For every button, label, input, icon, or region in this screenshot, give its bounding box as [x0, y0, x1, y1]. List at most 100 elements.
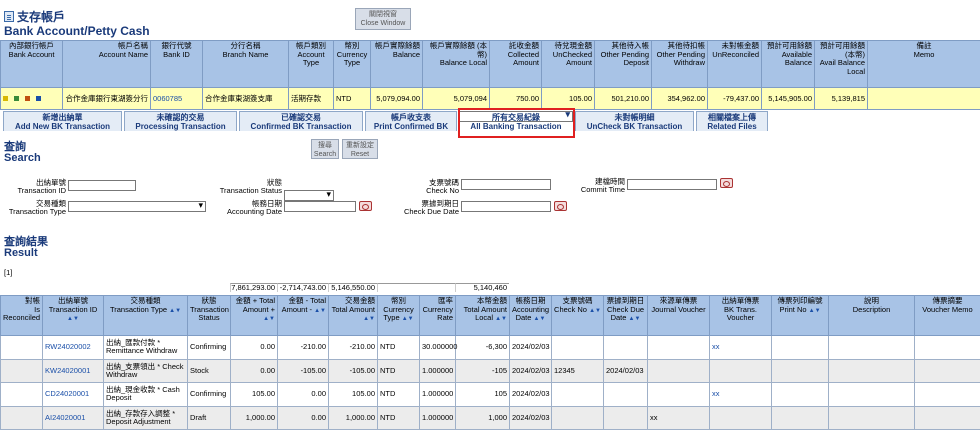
col-total-amount-local[interactable]: 本幣金額 Total Amount Local ▲▼	[455, 295, 510, 336]
currency-type: NTD	[333, 87, 371, 110]
result-title-en: Result	[4, 247, 38, 259]
col-avail-balance-local: 預計可用餘額 (本幣) Avail Balance Local	[814, 40, 868, 88]
sort-icon[interactable]: ▲▼	[589, 308, 601, 314]
commit-time-calendar-icon[interactable]	[720, 178, 733, 188]
col-unreconciled: 未對帳金額 UnReconciled	[707, 40, 762, 88]
col-bank-id: 銀行代號 Bank ID	[150, 40, 203, 88]
transaction-status-label: 狀態 Transaction Status	[219, 178, 282, 195]
totals-row: 7,861,293.00 -2,714,743.00 5,146,550.00 …	[230, 283, 509, 292]
check-due-date-label: 票據到期日 Check Due Date	[403, 199, 459, 216]
transaction-id-link[interactable]: CD24020001	[42, 382, 104, 407]
tab-confirmed-bk-transaction[interactable]: 已確認交易 Confirmed BK Transaction	[239, 111, 363, 131]
sort-icon[interactable]: ▲▼	[402, 316, 414, 322]
accounting-date-cell: 2024/02/03	[509, 335, 552, 360]
bk-voucher-link[interactable]	[709, 405, 772, 430]
journal-voucher-cell	[647, 335, 710, 360]
amount-cell: 1,000.00	[328, 405, 378, 430]
print-no-cell	[771, 382, 829, 407]
bk-voucher-link[interactable]: xx	[709, 382, 772, 407]
journal-voucher-cell: xx	[647, 405, 710, 430]
col-amount-plus[interactable]: 金額 + Total Amount + ▲▼	[230, 295, 278, 336]
detail-icon[interactable]	[14, 96, 19, 101]
close-window-button[interactable]: 關閉視窗 Close Window	[355, 8, 411, 30]
col-currency-type: 幣別 Currency Type	[333, 40, 371, 88]
reset-button[interactable]: 重新設定 Reset	[342, 139, 378, 159]
search-button[interactable]: 搜尋 Search	[311, 139, 339, 159]
col-amount-minus[interactable]: 金額 - Total Amount - ▲▼	[277, 295, 329, 336]
col-is-reconciled[interactable]: 對帳 Is Reconciled	[0, 295, 43, 336]
info-icon[interactable]	[36, 96, 41, 101]
col-branch-name: 分行名稱 Branch Name	[202, 40, 289, 88]
local-amount-cell: 1,000	[455, 405, 510, 430]
tab-print-confirmed-bk[interactable]: 帳戶收支表 Print Confirmed BK	[365, 111, 457, 131]
transaction-type-cell: 出納_支票領出 * Check Withdraw	[103, 358, 188, 383]
check-due-date-input[interactable]	[461, 201, 551, 212]
tab-add-new-bk-transaction[interactable]: 新增出納單 Add New BK Transaction	[3, 111, 122, 131]
col-transaction-status[interactable]: 狀態 Transaction Status	[187, 295, 231, 336]
bk-voucher-link[interactable]	[709, 358, 772, 383]
amount-cell: -105.00	[328, 358, 378, 383]
sort-icon[interactable]: ▲▼	[534, 316, 546, 322]
bank-id-link[interactable]: 0060785	[150, 87, 203, 110]
status-cell: Confirming	[187, 335, 231, 360]
commit-time-input[interactable]	[627, 179, 717, 190]
collected-amount: 750.00	[489, 87, 542, 110]
bk-voucher-link[interactable]: xx	[709, 335, 772, 360]
transaction-status-select[interactable]	[284, 189, 334, 201]
col-account-name: 帳戶名稱 Account Name	[62, 40, 151, 88]
transaction-id-link[interactable]: KW24020001	[42, 358, 104, 383]
sort-icon[interactable]: ▲▼	[363, 316, 375, 322]
sort-icon[interactable]: ▲▼	[169, 308, 181, 314]
total-amount-plus: 7,861,293.00	[230, 283, 277, 292]
transaction-type-select[interactable]	[68, 200, 206, 212]
other-pending-deposit: 501,210.00	[594, 87, 652, 110]
edit-icon[interactable]	[3, 96, 8, 101]
description-cell	[828, 405, 915, 430]
sort-icon[interactable]: ▲▼	[314, 308, 326, 314]
check-no-input[interactable]	[461, 179, 551, 190]
col-check-no[interactable]: 支票號碼 Check No ▲▼	[551, 295, 604, 336]
col-voucher-memo: 傳票摘要 Voucher Memo	[914, 295, 980, 336]
col-transaction-type[interactable]: 交易種類 Transaction Type ▲▼	[103, 295, 188, 336]
col-memo: 備註 Memo	[867, 40, 980, 88]
sort-icon[interactable]: ▲▼	[67, 316, 79, 322]
sort-icon[interactable]: ▲▼	[629, 316, 641, 322]
memo	[867, 87, 980, 110]
col-check-due-date[interactable]: 票據到期日 Check Due Date ▲▼	[603, 295, 648, 336]
transaction-id-link[interactable]: RW24020002	[42, 335, 104, 360]
col-total-amount[interactable]: 交易金額 Total Amount ▲▼	[328, 295, 378, 336]
accounting-date-cell: 2024/02/03	[509, 382, 552, 407]
amount-cell: -210.00	[328, 335, 378, 360]
sort-icon[interactable]: ▲▼	[495, 316, 507, 322]
pager[interactable]: [1]	[4, 268, 12, 277]
transaction-id-label: 出納單號 Transaction ID	[17, 178, 67, 195]
check-due-date-calendar-icon[interactable]	[554, 201, 567, 211]
transaction-id-link[interactable]: AI24020001	[42, 405, 104, 430]
col-bk-trans-voucher: 出納單傳票 BK Trans. Voucher	[709, 295, 772, 336]
col-bank-account: 內部銀行帳戶 Bank Account	[0, 40, 63, 88]
tab-processing-transaction[interactable]: 未確認的交易 Processing Transaction	[124, 111, 237, 131]
tab-related-files[interactable]: 相關檔案上傳 Related Files	[696, 111, 768, 131]
sort-icon[interactable]: ▲▼	[263, 316, 275, 322]
history-icon[interactable]	[25, 96, 30, 101]
accounting-date-input[interactable]	[284, 201, 356, 212]
col-currency-rate: 匯率 Currency Rate	[419, 295, 456, 336]
journal-voucher-cell	[647, 382, 710, 407]
col-available-balance: 預計可用餘額 Available Balance	[761, 40, 815, 88]
account-row: 合作金庫銀行東湖簽分行 0060785 合作金庫東湖簽支庫 活期存款 NTD 5…	[0, 87, 980, 110]
col-collected-amount: 託收金額 Collected Amount	[489, 40, 542, 88]
print-no-cell	[771, 335, 829, 360]
account-header-row: 內部銀行帳戶 Bank Account 帳戶名稱 Account Name 銀行代號…	[0, 40, 980, 88]
transaction-id-input[interactable]	[68, 180, 136, 191]
col-accounting-date[interactable]: 帳務日期 Accounting Date ▲▼	[509, 295, 552, 336]
col-print-no[interactable]: 傳票列印編號 Print No ▲▼	[771, 295, 829, 336]
sort-icon[interactable]: ▲▼	[809, 308, 821, 314]
total-transaction-amount: 5,146,550.00	[328, 283, 377, 292]
col-transaction-id[interactable]: 出納單號 Transaction ID ▲▼	[42, 295, 104, 336]
transaction-type-label: 交易種類 Transaction Type	[8, 199, 66, 216]
accounting-date-calendar-icon[interactable]	[359, 201, 372, 211]
description-cell	[828, 335, 915, 360]
col-currency-type[interactable]: 幣別 Currency Type ▲▼	[377, 295, 420, 336]
tab-uncheck-bk-transaction[interactable]: 未對帳明細 UnCheck BK Transaction	[575, 111, 694, 131]
col-description: 說明 Description	[828, 295, 915, 336]
